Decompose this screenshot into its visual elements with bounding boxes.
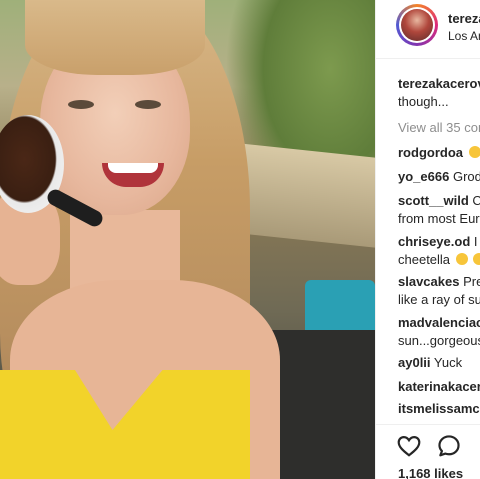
likes-count[interactable]: 1,168 likes [398,466,463,479]
comment: yo_e666 Grod [398,168,480,185]
comment-user[interactable]: madvalenciac [398,315,480,330]
comment: chriseye.od I l [398,233,480,250]
comment-text: Co [472,193,480,208]
caption-line: though... [398,94,449,109]
view-all-comments-link[interactable]: View all 35 comments [398,119,480,136]
comment-user[interactable]: katerinakacero [398,379,480,394]
comment-user[interactable]: scott__wild [398,193,469,208]
comment: itsmelissamco [398,400,480,417]
comment-user[interactable]: slavcakes [398,274,459,289]
avatar[interactable] [396,4,438,46]
post-header: terezakacerova Los Angeles, California [376,0,480,59]
username[interactable]: terezakacerova [448,11,480,26]
avatar-image [401,9,433,41]
location[interactable]: Los Angeles, California [448,29,480,43]
comment: slavcakes Pret [398,273,480,290]
comment-user[interactable]: chriseye.od [398,234,470,249]
comment-user[interactable]: ay0lii [398,355,431,370]
comment-user[interactable]: rodgordoa [398,145,463,160]
comment: scott__wild Co [398,192,480,209]
post-actions: 1,168 likes [376,424,480,479]
comment-text: Grod [452,169,480,184]
smile [102,163,164,187]
smile-emoji-icon [473,253,480,265]
comment: rodgordoa [398,144,480,161]
comment-line: like a ray of su [398,292,480,307]
caption: terezakacerova [398,75,480,92]
comment-user[interactable]: terezakacerova [398,76,480,91]
comment-text: Yuck [433,355,463,370]
comment-icon[interactable] [436,433,462,459]
comments-list[interactable]: terezakacerova though... View all 35 com… [376,58,480,424]
comment-line: sun...gorgeous [398,333,480,348]
smile-emoji-icon [455,253,468,265]
avatar-ring [399,7,435,43]
comment-text: cheetella [398,252,451,267]
heart-eyes-emoji-icon [468,146,480,158]
comment-text: I l [473,234,480,249]
right-eye [135,100,161,109]
comment-text: Pret [463,274,480,289]
post-photo[interactable] [0,0,375,479]
heart-icon[interactable] [396,433,422,459]
post-sidebar: terezakacerova Los Angeles, California t… [375,0,480,479]
left-eye [68,100,94,109]
comment-user[interactable]: yo_e666 [398,169,449,184]
comment-line: from most Eur [398,211,480,226]
bangs [25,0,205,75]
comment: madvalenciac [398,314,480,331]
comment: katerinakacero [398,378,480,395]
comment: ay0lii Yuck [398,354,480,371]
comment-user[interactable]: itsmelissamco [398,401,480,416]
comment-line: cheetella [398,251,480,268]
background-table [230,142,375,248]
instagram-post: terezakacerova Los Angeles, California t… [0,0,480,479]
